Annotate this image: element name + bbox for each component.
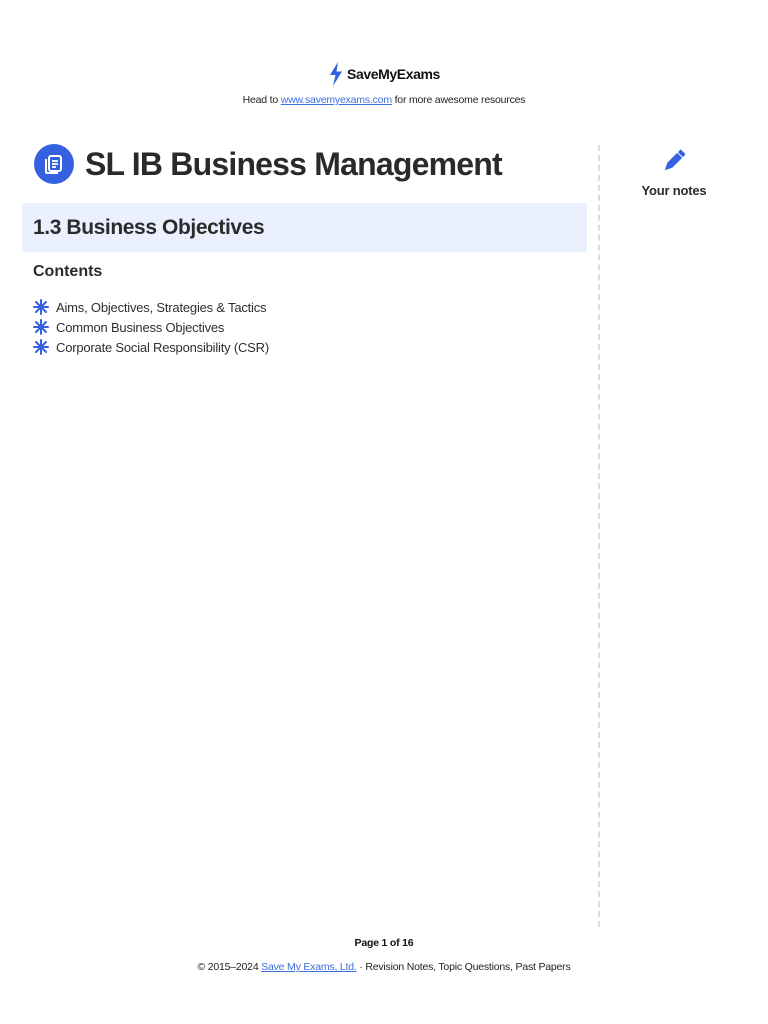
contents-list: Aims, Objectives, Strategies & Tactics C… [33, 297, 269, 357]
asterisk-star-icon [33, 319, 49, 335]
page-title: SL IB Business Management [85, 145, 503, 182]
section-header: 1.3 Business Objectives [22, 203, 587, 252]
tagline-prefix: Head to [242, 94, 279, 106]
footer-copyright: © 2015–2024 Save My Exams, Ltd. · Revisi… [0, 961, 768, 973]
contents-item-label: Aims, Objectives, Strategies & Tactics [56, 299, 267, 315]
lightning-bolt-icon [330, 62, 343, 86]
page-title-row: SL IB Business Management [34, 144, 503, 184]
copyright-suffix: · Revision Notes, Topic Questions, Past … [359, 961, 571, 973]
company-link[interactable]: Save My Exams, Ltd. [261, 961, 357, 973]
document-lines-icon [34, 144, 74, 184]
notes-panel: Your notes [632, 146, 716, 198]
contents-item-label: Corporate Social Responsibility (CSR) [56, 339, 269, 355]
pencil-icon [664, 149, 686, 171]
brand-header: SaveMyExams Head to www.savemyexams.com … [0, 62, 768, 106]
page-number: Page 1 of 16 [354, 937, 414, 949]
section-title: 1.3 Business Objectives [33, 215, 265, 239]
brand-name: SaveMyExams [347, 66, 440, 82]
website-link[interactable]: www.savemyexams.com [281, 94, 392, 106]
tagline-suffix: for more awesome resources [394, 94, 526, 106]
asterisk-star-icon [33, 299, 49, 315]
copyright-prefix: © 2015–2024 [197, 961, 259, 973]
contents-item[interactable]: Aims, Objectives, Strategies & Tactics [33, 297, 269, 317]
brand-logo[interactable]: SaveMyExams [328, 62, 440, 86]
contents-heading: Contents [33, 263, 103, 280]
notes-label: Your notes [641, 183, 707, 198]
contents-item[interactable]: Common Business Objectives [33, 317, 269, 337]
notes-divider [598, 145, 600, 927]
brand-tagline: Head to www.savemyexams.com for more awe… [0, 94, 768, 106]
contents-item-label: Common Business Objectives [56, 319, 225, 335]
asterisk-star-icon [33, 339, 49, 355]
contents-item[interactable]: Corporate Social Responsibility (CSR) [33, 337, 269, 357]
